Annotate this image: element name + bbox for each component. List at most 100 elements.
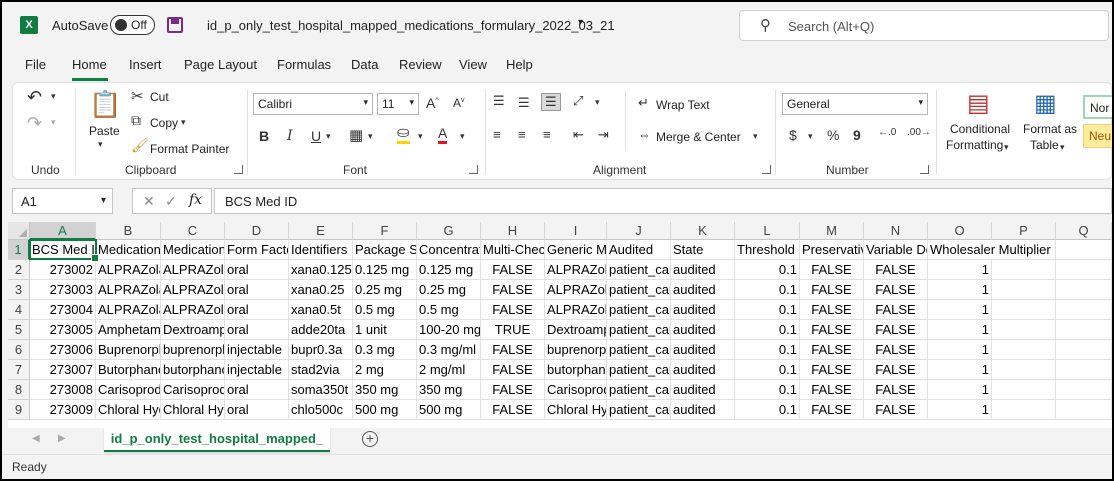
cell-e8[interactable]: soma350t [289, 380, 353, 400]
tab-help[interactable]: Help [506, 57, 533, 72]
cell-i9[interactable]: Chloral Hydrate [545, 400, 607, 420]
column-header-j[interactable]: J [607, 222, 671, 240]
cell-q3[interactable] [1056, 280, 1112, 300]
cell-c2[interactable]: ALPRAZolam [161, 260, 225, 280]
cell-n3[interactable]: FALSE [864, 280, 928, 300]
cell-g7[interactable]: 2 mg/ml [417, 360, 481, 380]
cell-l1[interactable]: Threshold [735, 240, 800, 260]
cell-d2[interactable]: oral [225, 260, 289, 280]
comma-button[interactable]: 9 [853, 127, 861, 143]
cell-m6[interactable]: FALSE [800, 340, 864, 360]
cell-d9[interactable]: oral [225, 400, 289, 420]
cell-q8[interactable] [1056, 380, 1112, 400]
cell-c9[interactable]: Chloral Hydrate [161, 400, 225, 420]
row-header-5[interactable]: 5 [8, 320, 30, 340]
tab-view[interactable]: View [459, 57, 487, 72]
cell-f8[interactable]: 350 mg [353, 380, 417, 400]
increase-indent-icon[interactable]: ⇥ [598, 127, 609, 143]
cell-g4[interactable]: 0.5 mg [417, 300, 481, 320]
cell-p9[interactable] [992, 400, 1056, 420]
column-header-d[interactable]: D [225, 222, 289, 240]
orientation-icon[interactable]: ⤢ [573, 93, 583, 109]
cell-l3[interactable]: 0.1 [735, 280, 800, 300]
font-launcher-icon[interactable] [469, 165, 478, 174]
cell-j2[interactable]: patient_care [607, 260, 671, 280]
cell-b4[interactable]: ALPRAZolam [96, 300, 161, 320]
cell-a2[interactable]: 273002 [30, 260, 96, 280]
cell-e5[interactable]: adde20ta [289, 320, 353, 340]
cell-m2[interactable]: FALSE [800, 260, 864, 280]
cell-q4[interactable] [1056, 300, 1112, 320]
cell-n4[interactable]: FALSE [864, 300, 928, 320]
percent-button[interactable]: % [827, 127, 839, 143]
cell-q9[interactable] [1056, 400, 1112, 420]
align-top-icon[interactable]: ☰ [493, 93, 505, 109]
cell-j7[interactable]: patient_care [607, 360, 671, 380]
column-header-f[interactable]: F [353, 222, 417, 240]
cell-d6[interactable]: injectable [225, 340, 289, 360]
cell-o7[interactable]: 1 [928, 360, 992, 380]
autosave-toggle[interactable]: Off [110, 15, 155, 35]
cell-g6[interactable]: 0.3 mg/ml [417, 340, 481, 360]
cell-m8[interactable]: FALSE [800, 380, 864, 400]
cell-a9[interactable]: 273009 [30, 400, 96, 420]
italic-button[interactable]: I [287, 128, 293, 144]
paste-button[interactable]: Paste [89, 124, 120, 138]
cell-b7[interactable]: Butorphanol [96, 360, 161, 380]
cell-h2[interactable]: FALSE [481, 260, 545, 280]
cell-q2[interactable] [1056, 260, 1112, 280]
underline-button[interactable]: U [311, 128, 321, 144]
cell-i7[interactable]: butorphanol [545, 360, 607, 380]
cell-k8[interactable]: audited [671, 380, 735, 400]
clipboard-launcher-icon[interactable] [234, 165, 243, 174]
cell-n2[interactable]: FALSE [864, 260, 928, 280]
cell-h7[interactable]: FALSE [481, 360, 545, 380]
select-all-button[interactable] [8, 222, 30, 240]
cell-o3[interactable]: 1 [928, 280, 992, 300]
cell-n6[interactable]: FALSE [864, 340, 928, 360]
row-header-7[interactable]: 7 [8, 360, 30, 380]
cancel-icon[interactable]: ✕ [143, 193, 155, 210]
cell-f4[interactable]: 0.5 mg [353, 300, 417, 320]
tab-review[interactable]: Review [399, 57, 442, 72]
cell-q5[interactable] [1056, 320, 1112, 340]
cell-m3[interactable]: FALSE [800, 280, 864, 300]
cell-a5[interactable]: 273005 [30, 320, 96, 340]
tab-formulas[interactable]: Formulas [277, 57, 331, 72]
enter-icon[interactable]: ✓ [165, 193, 177, 210]
cell-q6[interactable] [1056, 340, 1112, 360]
style-normal[interactable]: Nor [1083, 95, 1112, 119]
wrap-text-button[interactable]: Wrap Text [656, 98, 710, 112]
borders-icon[interactable]: ▦ [349, 126, 363, 144]
decrease-font-icon[interactable]: Av [453, 96, 465, 110]
cell-g9[interactable]: 500 mg [417, 400, 481, 420]
copy-dropdown-icon[interactable]: ▾ [181, 117, 186, 128]
document-title[interactable]: id_p_only_test_hospital_mapped_medicatio… [207, 18, 615, 33]
row-header-6[interactable]: 6 [8, 340, 30, 360]
cell-c3[interactable]: ALPRAZolam [161, 280, 225, 300]
cell-i5[interactable]: Dextroamphetamine [545, 320, 607, 340]
style-neutral[interactable]: Neu [1083, 124, 1112, 148]
fill-color-dropdown-icon[interactable]: ▾ [418, 131, 423, 142]
column-header-p[interactable]: P [992, 222, 1056, 240]
cell-m4[interactable]: FALSE [800, 300, 864, 320]
cell-b9[interactable]: Chloral Hydrate [96, 400, 161, 420]
cell-f3[interactable]: 0.25 mg [353, 280, 417, 300]
cell-h8[interactable]: FALSE [481, 380, 545, 400]
save-icon[interactable] [167, 17, 183, 33]
cell-e7[interactable]: stad2via [289, 360, 353, 380]
cell-i3[interactable]: ALPRAZolam [545, 280, 607, 300]
column-header-h[interactable]: H [481, 222, 545, 240]
cell-k1[interactable]: State [671, 240, 735, 260]
column-header-n[interactable]: N [864, 222, 928, 240]
cell-q7[interactable] [1056, 360, 1112, 380]
row-header-4[interactable]: 4 [8, 300, 30, 320]
cell-j8[interactable]: patient_care [607, 380, 671, 400]
align-bottom-icon[interactable]: ☰ [541, 93, 561, 111]
cell-f6[interactable]: 0.3 mg [353, 340, 417, 360]
cell-g8[interactable]: 350 mg [417, 380, 481, 400]
column-header-g[interactable]: G [417, 222, 481, 240]
cell-d5[interactable]: oral [225, 320, 289, 340]
cell-e3[interactable]: xana0.25 [289, 280, 353, 300]
cell-j3[interactable]: patient_care [607, 280, 671, 300]
